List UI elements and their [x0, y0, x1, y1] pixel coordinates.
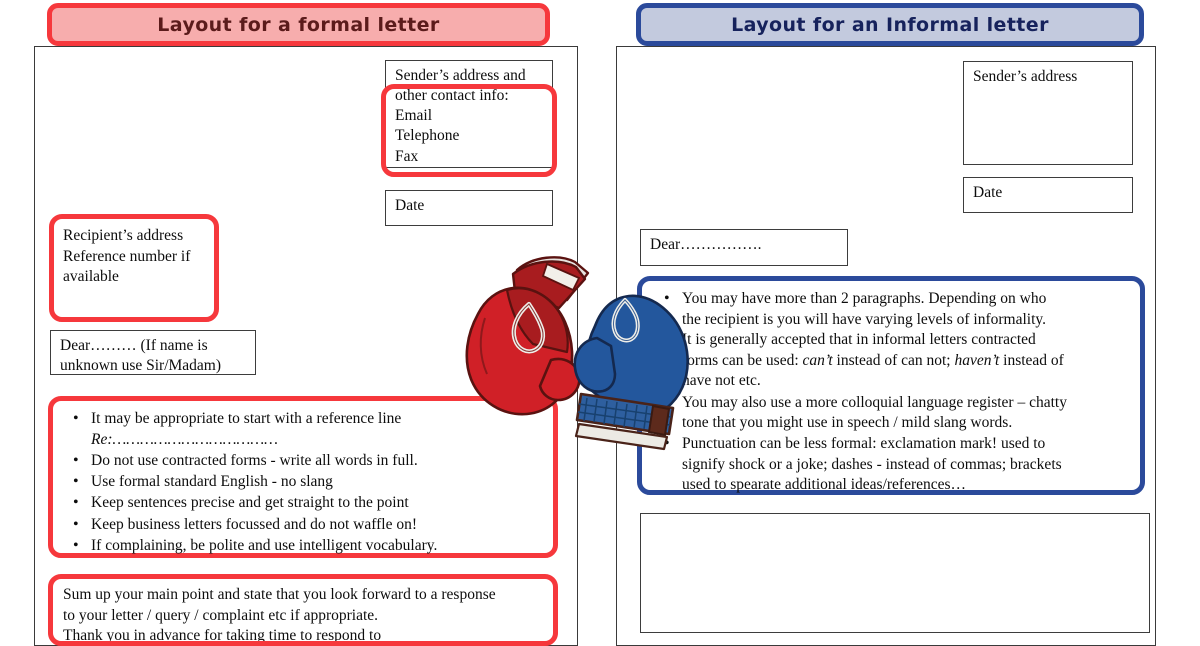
- informal-letter-title-text: Layout for an Informal letter: [731, 13, 1049, 36]
- poster-canvas: Layout for a formal letter Sender’s addr…: [0, 0, 1200, 646]
- informal-bullet-1-italic-1: can’t: [802, 351, 833, 369]
- formal-bullet-text-5: Keep business letters focussed and do no…: [91, 515, 417, 533]
- list-item: It may be appropriate to start with a re…: [73, 408, 539, 430]
- formal-recipient-address-box: Recipient’s address Reference number if …: [49, 214, 219, 322]
- informal-closing-box: [640, 513, 1150, 633]
- informal-date-box: Date: [963, 177, 1133, 213]
- formal-closing-line-1: Sum up your main point and state that yo…: [63, 586, 496, 603]
- formal-sender-line-2: other contact info:: [395, 87, 509, 105]
- list-item: You may have more than 2 paragraphs. Dep…: [664, 288, 1124, 392]
- informal-sender-label: Sender’s address: [973, 68, 1078, 85]
- formal-sender-line-4: Telephone: [395, 127, 460, 145]
- informal-sender-address-box: Sender’s address: [963, 61, 1133, 165]
- informal-bullet-1-italic-2: haven’t: [954, 351, 1000, 369]
- formal-letter-title-text: Layout for a formal letter: [157, 13, 440, 36]
- formal-letter-title-banner: Layout for a formal letter: [47, 3, 550, 46]
- informal-bullet-2-line-1: You may also use a more colloquial langu…: [682, 393, 1067, 411]
- formal-sender-line-3: Email: [395, 107, 433, 125]
- list-item: Keep business letters focussed and do no…: [73, 514, 539, 536]
- informal-salutation-label: Dear…………….: [650, 236, 762, 253]
- informal-bullet-3-line-2: signify shock or a joke; dashes - instea…: [682, 455, 1062, 473]
- formal-bullet-text-2: Do not use contracted forms - write all …: [91, 452, 418, 470]
- informal-bullet-1-line-1: You may have more than 2 paragraphs. Dep…: [682, 290, 1047, 307]
- list-item: Punctuation can be less formal: exclamat…: [664, 433, 1124, 496]
- formal-recipient-line-2: Reference number if: [63, 247, 191, 265]
- formal-date-label: Date: [395, 197, 425, 214]
- list-item: If complaining, be polite and use intell…: [73, 535, 539, 557]
- formal-recipient-line-1: Recipient’s address: [63, 227, 184, 244]
- formal-bullet-text-3: Use formal standard English - no slang: [91, 473, 333, 491]
- formal-body-bullet-list: It may be appropriate to start with a re…: [57, 408, 549, 557]
- formal-bullet-subtext-1: Re:………………………………: [91, 431, 278, 449]
- informal-body-guidelines-box: You may have more than 2 paragraphs. Dep…: [637, 276, 1145, 495]
- formal-closing-line-2: to your letter / query / complaint etc i…: [63, 606, 379, 624]
- formal-closing-box: Sum up your main point and state that yo…: [48, 574, 558, 646]
- informal-body-bullet-list: You may have more than 2 paragraphs. Dep…: [648, 288, 1134, 496]
- informal-date-label: Date: [973, 184, 1003, 201]
- formal-salutation-line-1: Dear……… (If name is: [60, 337, 208, 354]
- informal-bullet-1-line-3: It is generally accepted that in informa…: [682, 331, 1036, 349]
- informal-bullet-1-line-4-post: instead of: [999, 351, 1064, 369]
- informal-bullet-1-line-5: have not etc.: [682, 372, 761, 390]
- formal-closing-line-3: Thank you in advance for taking time to …: [63, 627, 382, 645]
- formal-salutation-line-2: unknown use Sir/Madam): [60, 357, 222, 375]
- formal-body-guidelines-box: It may be appropriate to start with a re…: [48, 396, 558, 558]
- list-item: You may also use a more colloquial langu…: [664, 392, 1124, 434]
- formal-bullet-text-4: Keep sentences precise and get straight …: [91, 494, 409, 512]
- formal-sender-line-1: Sender’s address and: [395, 67, 526, 84]
- list-item: Do not use contracted forms - write all …: [73, 450, 539, 472]
- informal-bullet-2-line-2: tone that you might use in speech / mild…: [682, 414, 1013, 432]
- informal-bullet-1-line-2: the recipient is you will have varying l…: [682, 310, 1047, 328]
- formal-bullet-text-6: If complaining, be polite and use intell…: [91, 536, 438, 554]
- formal-recipient-line-3: available: [63, 268, 119, 286]
- list-item: Use formal standard English - no slang: [73, 471, 539, 493]
- formal-sender-line-5: Fax: [395, 147, 419, 165]
- informal-salutation-box: Dear…………….: [640, 229, 848, 266]
- informal-bullet-1-line-4-pre: forms can be used:: [682, 351, 803, 369]
- informal-bullet-3-line-3: used to spearate additional ideas/refere…: [682, 476, 967, 494]
- formal-salutation-box: Dear……… (If name is unknown use Sir/Mada…: [50, 330, 256, 375]
- list-item: Re:………………………………: [91, 430, 539, 451]
- formal-sender-address-box: Sender’s address and other contact info:…: [385, 60, 553, 168]
- informal-bullet-3-line-1: Punctuation can be less formal: exclamat…: [682, 435, 1046, 453]
- list-item: Keep sentences precise and get straight …: [73, 492, 539, 514]
- formal-bullet-text-1: It may be appropriate to start with a re…: [91, 410, 402, 427]
- informal-letter-title-banner: Layout for an Informal letter: [636, 3, 1144, 46]
- informal-bullet-1-line-4-mid: instead of can not;: [832, 351, 955, 369]
- formal-date-box: Date: [385, 190, 553, 226]
